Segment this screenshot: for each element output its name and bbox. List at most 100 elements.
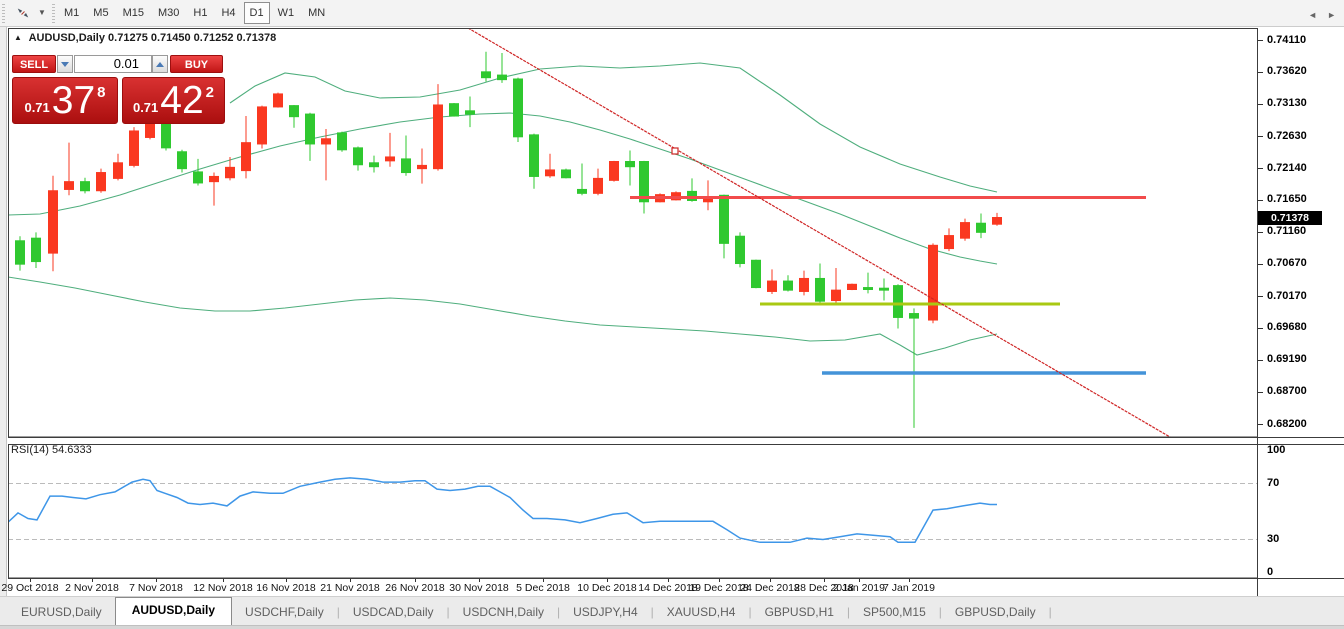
chart-tab-eurusd-daily[interactable]: EURUSD,Daily xyxy=(8,600,115,625)
price-tick-mark xyxy=(1258,328,1263,329)
bull-candle xyxy=(800,278,809,291)
bear-candle xyxy=(626,162,635,167)
bull-candle xyxy=(610,162,619,181)
timeframe-button-m5[interactable]: M5 xyxy=(87,2,114,24)
tab-scroll-left-icon[interactable]: ◄ xyxy=(1308,9,1317,21)
date-tick-label: 12 Nov 2018 xyxy=(193,582,253,594)
chart-tab-gbpusd-daily[interactable]: GBPUSD,Daily xyxy=(942,600,1049,625)
date-tick-label: 7 Nov 2018 xyxy=(129,582,183,594)
volume-decrease-button[interactable] xyxy=(57,55,73,73)
bear-candle xyxy=(688,191,697,200)
bear-candle xyxy=(578,189,587,193)
bull-candle xyxy=(945,236,954,249)
price-tick-mark xyxy=(1258,136,1263,137)
volume-input[interactable]: 0.01 xyxy=(74,55,152,73)
chart-symbol-period: AUDUSD,Daily xyxy=(29,32,105,44)
bull-candle xyxy=(386,157,395,161)
timeframe-button-m1[interactable]: M1 xyxy=(58,2,85,24)
price-tick-label: 0.68200 xyxy=(1267,418,1307,430)
bear-candle xyxy=(32,238,41,261)
bull-candle xyxy=(242,143,251,171)
rsi-tick-label: 0 xyxy=(1267,566,1273,578)
timeframe-button-h1[interactable]: H1 xyxy=(187,2,213,24)
buy-button[interactable]: BUY xyxy=(170,55,223,73)
bull-candle xyxy=(656,195,665,202)
bear-candle xyxy=(354,148,363,165)
price-tick-mark xyxy=(1258,392,1263,393)
bull-candle xyxy=(114,163,123,179)
current-price-tag: 0.71378 xyxy=(1258,211,1322,225)
chart-tab-gbpusd-h1[interactable]: GBPUSD,H1 xyxy=(752,600,847,625)
bear-candle xyxy=(482,72,491,78)
date-tick-label: 7 Jan 2019 xyxy=(883,582,935,594)
price-tick-label: 0.69190 xyxy=(1267,353,1307,365)
date-tick-label: 24 Dec 2018 xyxy=(740,582,800,594)
rsi-tick-label: 30 xyxy=(1267,533,1279,545)
tool-dropdown-caret-icon[interactable]: ▼ xyxy=(36,2,48,24)
bull-candle xyxy=(65,182,74,190)
status-strip xyxy=(0,625,1344,629)
sell-button[interactable]: SELL xyxy=(12,55,56,73)
chart-tab-usdcad-daily[interactable]: USDCAD,Daily xyxy=(340,600,447,625)
timeframe-button-h4[interactable]: H4 xyxy=(215,2,241,24)
timeframe-button-m15[interactable]: M15 xyxy=(117,2,150,24)
chart-tab-usdcnh-daily[interactable]: USDCNH,Daily xyxy=(450,600,557,625)
volume-increase-button[interactable] xyxy=(152,55,168,73)
bull-candle xyxy=(210,176,219,181)
buy-price-pips: 42 xyxy=(160,81,203,121)
bear-candle xyxy=(178,152,187,169)
toolbar-grip-2[interactable] xyxy=(52,4,55,23)
date-tick-label: 10 Dec 2018 xyxy=(577,582,637,594)
chart-tab-xauusd-h4[interactable]: XAUUSD,H4 xyxy=(654,600,749,625)
bollinger-lower-line xyxy=(8,277,997,355)
chart-tab-sp500-m15[interactable]: SP500,M15 xyxy=(850,600,939,625)
timeframe-button-d1[interactable]: D1 xyxy=(244,2,270,24)
bear-candle xyxy=(450,104,459,116)
bear-candle xyxy=(290,106,299,117)
date-tick-label: 2 Nov 2018 xyxy=(65,582,119,594)
rsi-tick-label: 100 xyxy=(1267,444,1285,456)
rsi-line xyxy=(3,478,997,542)
window-left-edge xyxy=(0,27,7,629)
rsi-indicator-label: RSI(14) 54.6333 xyxy=(11,444,92,456)
bull-candle xyxy=(672,193,681,200)
sell-price-button[interactable]: 0.71 37 8 xyxy=(12,77,118,124)
sell-price-pipette: 8 xyxy=(97,84,105,101)
trading-terminal-window: ▼ M1M5M15M30H1H4D1W1MN ▲ AUDUSD,Daily 0.… xyxy=(0,0,1344,629)
bull-candle xyxy=(929,245,938,320)
price-axis[interactable]: 0.741100.736200.731300.726300.721400.716… xyxy=(1258,28,1344,578)
bull-candle xyxy=(258,107,267,144)
toolbar-grip[interactable] xyxy=(2,4,5,23)
price-tick-label: 0.72630 xyxy=(1267,130,1307,142)
trendline-marker[interactable] xyxy=(672,148,678,154)
bull-candle xyxy=(418,165,427,168)
chart-tab-audusd-daily[interactable]: AUDUSD,Daily xyxy=(115,597,232,625)
buy-price-button[interactable]: 0.71 42 2 xyxy=(122,77,225,124)
bull-candle xyxy=(704,197,713,202)
chart-tab-usdjpy-h4[interactable]: USDJPY,H4 xyxy=(560,600,650,625)
date-tick-label: 30 Nov 2018 xyxy=(449,582,509,594)
descending-trendline[interactable] xyxy=(468,28,1170,437)
trend-arrows-icon xyxy=(17,6,29,20)
bull-candle xyxy=(130,131,139,165)
bull-candle xyxy=(768,281,777,291)
chart-tab-usdchf-daily[interactable]: USDCHF,Daily xyxy=(232,600,337,625)
date-axis[interactable]: 29 Oct 2018 2 Nov 2018 7 Nov 2018 12 Nov 20… xyxy=(0,579,1344,596)
date-tick-label: 29 Oct 2018 xyxy=(1,582,58,594)
trend-arrows-tool-button[interactable] xyxy=(10,2,36,24)
bear-candle xyxy=(977,223,986,232)
bear-candle xyxy=(894,286,903,318)
timeframe-button-mn[interactable]: MN xyxy=(302,2,331,24)
chart-tab-bar: EURUSD,DailyAUDUSD,DailyUSDCHF,Daily|USD… xyxy=(0,596,1344,625)
rsi-tick-label: 70 xyxy=(1267,477,1279,489)
price-tick-label: 0.70670 xyxy=(1267,257,1307,269)
tab-scroll-right-icon[interactable]: ► xyxy=(1327,9,1336,21)
bear-candle xyxy=(306,114,315,144)
timeframe-button-w1[interactable]: W1 xyxy=(272,2,301,24)
bear-candle xyxy=(16,241,25,264)
price-tick-mark xyxy=(1258,296,1263,297)
timeframe-button-m30[interactable]: M30 xyxy=(152,2,185,24)
bull-candle xyxy=(274,94,283,107)
spinner-up-icon xyxy=(156,62,164,67)
bull-candle xyxy=(546,170,555,176)
